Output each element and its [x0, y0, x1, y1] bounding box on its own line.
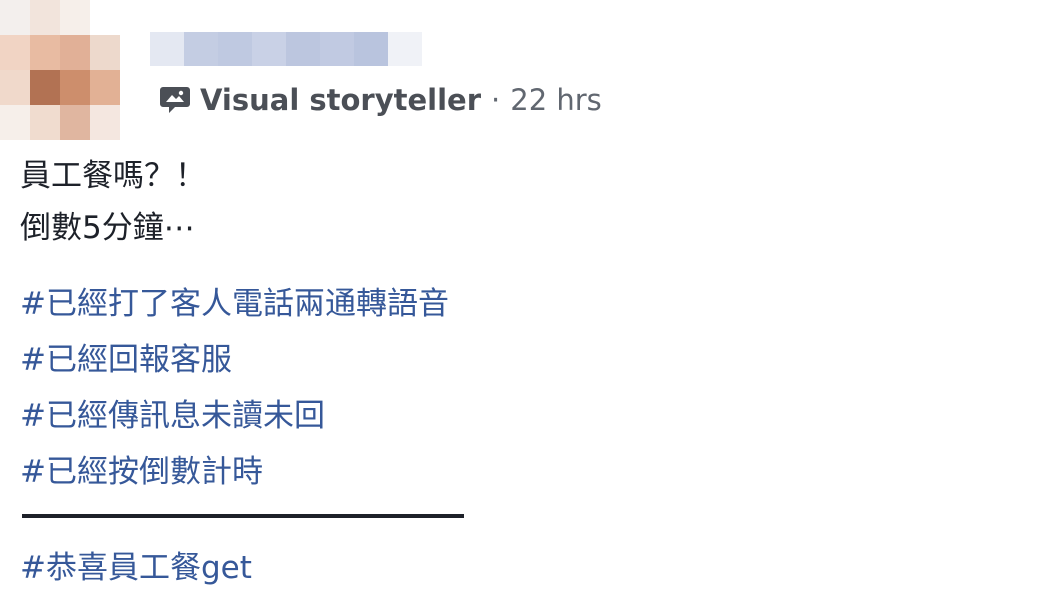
hashtag-link[interactable]: #已經傳訊息未讀未回 — [20, 388, 449, 444]
hashtag-link[interactable]: #已經打了客人電話兩通轉語音 — [20, 276, 449, 332]
facebook-post: Visual storyteller · 22 hrs 員工餐嗎？！ 倒數5分鐘… — [0, 0, 1060, 596]
author-role-label[interactable]: Visual storyteller — [200, 83, 481, 117]
author-name[interactable] — [150, 32, 422, 66]
post-timestamp[interactable]: 22 hrs — [510, 83, 602, 117]
post-text-line: 員工餐嗎？！ — [20, 158, 206, 194]
visual-storyteller-badge-icon — [160, 87, 190, 113]
post-meta: Visual storyteller · 22 hrs — [158, 80, 602, 120]
meta-separator: · — [491, 83, 501, 117]
post-text-line: 倒數5分鐘⋯ — [20, 210, 195, 246]
hashtag-link[interactable]: #已經回報客服 — [20, 332, 449, 388]
avatar[interactable] — [0, 0, 150, 140]
hashtag-link[interactable]: #恭喜員工餐get — [20, 542, 252, 594]
hashtag-list: #已經打了客人電話兩通轉語音 #已經回報客服 #已經傳訊息未讀未回 #已經按倒數… — [20, 276, 449, 500]
divider-line — [22, 514, 464, 518]
post-body: 員工餐嗎？！ 倒數5分鐘⋯ — [20, 150, 206, 254]
hashtag-link[interactable]: #已經按倒數計時 — [20, 444, 449, 500]
